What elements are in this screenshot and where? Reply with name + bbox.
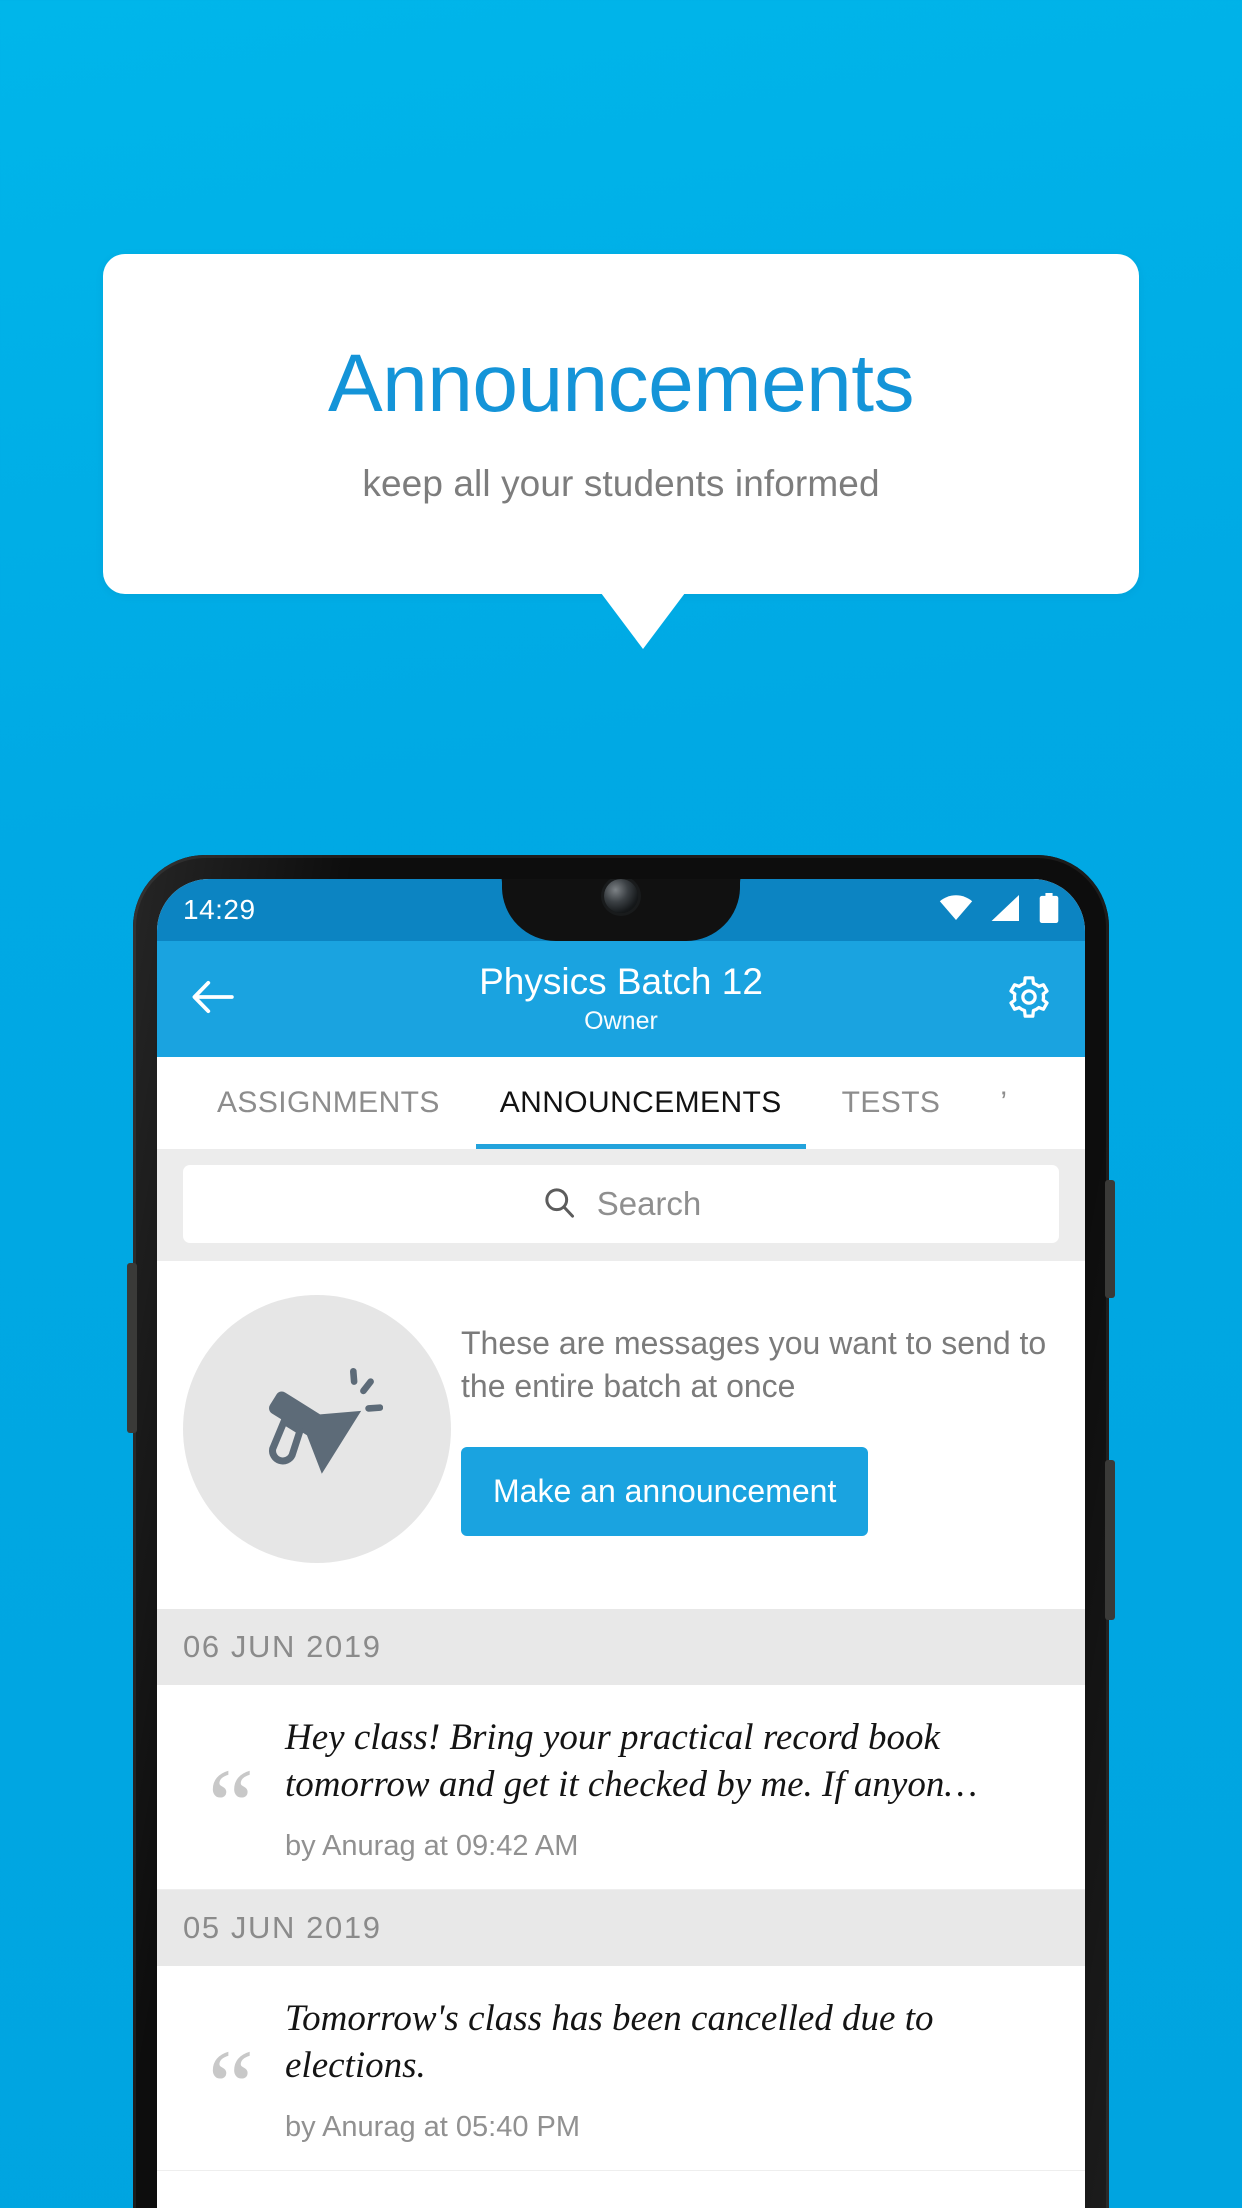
assistant-button[interactable] (127, 1263, 137, 1433)
status-bar: 14:29 (157, 879, 1085, 941)
tab-more[interactable]: ’ (970, 1057, 1037, 1149)
empty-state-description: These are messages you want to send to t… (461, 1325, 1047, 1404)
tab-tests[interactable]: TESTS (812, 1057, 971, 1149)
make-announcement-button[interactable]: Make an announcement (461, 1446, 869, 1536)
arrow-left-icon (191, 977, 235, 1022)
app-bar: Physics Batch 12 Owner (157, 941, 1085, 1057)
promo-callout-card: Announcements keep all your students inf… (103, 254, 1139, 594)
search-input[interactable]: Search (183, 1165, 1059, 1243)
announcement-text: Tomorrow's class has been cancelled due … (285, 1998, 934, 2086)
gear-icon (1006, 974, 1052, 1025)
announcement-meta: by Anurag at 05:40 PM (285, 2111, 581, 2144)
status-icon-group (939, 892, 1059, 928)
callout-tail (601, 593, 685, 649)
date-header: 05 JUN 2019 (157, 1890, 1085, 1967)
settings-button[interactable] (999, 974, 1059, 1025)
megaphone-icon-circle (183, 1295, 451, 1563)
battery-icon (1039, 892, 1059, 928)
tab-bar: ASSIGNMENTS ANNOUNCEMENTS TESTS ’ (157, 1057, 1085, 1149)
volume-button[interactable] (1105, 1180, 1115, 1298)
announcement-body: Hey class! Bring your practical record b… (279, 1715, 1059, 1863)
date-header: 06 JUN 2019 (157, 1609, 1085, 1685)
app-bar-titles: Physics Batch 12 Owner (243, 961, 999, 1036)
front-camera (604, 879, 638, 913)
announcement-text: Hey class! Bring your practical record b… (285, 1717, 978, 1805)
phone-mockup: 14:29 Physics Batch 12 Owner ASSIGNMENTS… (127, 855, 1115, 2208)
page-title: Announcements (327, 338, 915, 429)
back-button[interactable] (183, 977, 243, 1022)
megaphone-icon (251, 1361, 384, 1498)
tab-assignments[interactable]: ASSIGNMENTS (187, 1057, 470, 1149)
wifi-icon (939, 894, 973, 926)
announcement-meta: by Anurag at 09:42 AM (285, 1830, 579, 1863)
batch-title: Physics Batch 12 (479, 961, 763, 1003)
page-subtitle: keep all your students informed (362, 463, 880, 504)
search-section: Search (157, 1149, 1085, 1261)
empty-state-content: These are messages you want to send to t… (451, 1322, 1055, 1536)
announcement-row[interactable]: “ Tomorrow's class has been cancelled du… (157, 1966, 1085, 2172)
announcement-body: Tomorrow's class has been cancelled due … (279, 1996, 1059, 2144)
announcement-empty-state: These are messages you want to send to t… (157, 1261, 1085, 1609)
quote-icon: “ (207, 1747, 255, 1863)
signal-icon (991, 894, 1021, 926)
phone-notch (468, 879, 740, 941)
search-icon (541, 1184, 577, 1225)
quote-icon: “ (207, 2028, 255, 2144)
status-time: 14:29 (183, 894, 256, 925)
announcement-list: 06 JUN 2019 “ Hey class! Bring your prac… (157, 1609, 1085, 2172)
phone-screen: 14:29 Physics Batch 12 Owner ASSIGNMENTS… (157, 879, 1085, 2208)
batch-role: Owner (584, 1006, 658, 1035)
power-button[interactable] (1105, 1460, 1115, 1620)
tab-announcements[interactable]: ANNOUNCEMENTS (470, 1057, 812, 1149)
announcement-row[interactable]: “ Hey class! Bring your practical record… (157, 1685, 1085, 1891)
search-placeholder: Search (596, 1185, 702, 1222)
